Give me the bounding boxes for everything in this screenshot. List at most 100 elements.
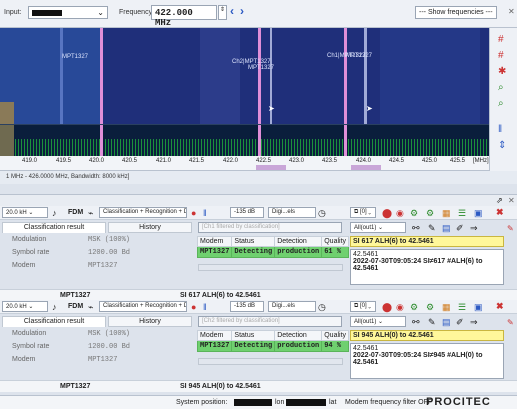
filter-select[interactable]: [Ch1 filtered by classification] [198,222,342,233]
kv-value: MSK (100%) [88,330,131,338]
zoom-icon[interactable]: ⌕ [498,82,504,93]
brush-icon[interactable]: ✎ [428,317,436,327]
pin-icon[interactable]: ⇗ [496,196,503,205]
frequency-label: Frequency: [119,9,155,16]
footer-modem: MPT1327 [60,383,91,390]
output-count-select[interactable]: ⧉ [0] ⌄ [350,301,376,312]
prev-frequency-icon[interactable]: ‹ [230,4,234,18]
edit-icon[interactable]: ✐ [456,223,464,233]
record-icon[interactable]: ● [191,302,196,312]
waterfall-display[interactable]: MPT1327 Ch2|MPT1327 MPT1327 Ch1|MPT1327 … [0,28,489,124]
table-row[interactable]: MPT1327 Detecting production 61 % [196,246,350,258]
frequency-stepper[interactable]: ⇕ [218,5,227,20]
brush-icon[interactable]: ✎ [428,223,436,233]
settings-icon[interactable]: ⚙ [410,208,418,218]
table-row[interactable]: MPT1327 Detecting production 94 % [196,340,350,352]
mode-label: FDM [68,209,84,216]
show-frequencies-select[interactable]: --- Show frequencies --- [415,6,497,19]
table-icon[interactable]: ▦ [442,208,451,218]
delete-icon[interactable]: ✖ [496,301,504,311]
redacted-lon [234,399,272,406]
close-icon[interactable]: ✕ [508,7,515,16]
marker-icon[interactable]: ✱ [498,66,506,77]
background-window-edge [0,125,14,157]
digital-select[interactable]: Digi...els [268,301,316,312]
filter-icon[interactable]: ⚙ [426,208,434,218]
input-select[interactable]: ⌄ [28,6,108,19]
output-select[interactable]: All(out1) ⌄ [350,316,406,327]
up-down-icon[interactable]: ⇕ [498,140,506,151]
horizontal-scrollbar[interactable] [198,358,343,365]
tab-history[interactable]: History [108,222,192,233]
stop-icon[interactable]: ⬤ [382,302,392,312]
output-count-select[interactable]: ⧉ [0] ⌄ [350,207,376,218]
channel-panel-2: 20.0 kH ⌄ ♪ FDM ⌁ Classification + Recog… [0,300,517,395]
level-field[interactable]: -135 dB [230,301,264,312]
detection-table: Modem Status Detection Quality MPT1327 D… [196,236,350,258]
table-icon[interactable]: ▦ [442,302,451,312]
axis-tick: 420.5 [122,158,138,164]
timer-icon[interactable]: ◷ [318,208,326,218]
waterfall-label: MPT1327 [248,65,275,71]
tab-classification-result[interactable]: Classification result [2,222,106,233]
col-header: Modem [196,236,233,247]
pause-icon[interactable]: ‖ [498,124,502,135]
frequency-input[interactable]: 422.000 MHz [151,5,217,28]
pause-icon[interactable]: ‖ [203,302,207,312]
edit-pen-icon[interactable]: ✎ [507,318,514,327]
binoculars-icon[interactable]: ⚯ [412,223,420,233]
window-icon[interactable]: ▣ [474,208,483,218]
timer-icon[interactable]: ◷ [318,302,326,312]
clip-icon[interactable]: ⌁ [88,208,93,218]
output-select[interactable]: All(out1) ⌄ [350,222,406,233]
list-icon[interactable]: ☰ [458,302,466,312]
save-icon[interactable]: ▤ [442,223,451,233]
export-icon[interactable]: ⇒ [470,223,478,233]
channel-marker [100,125,103,157]
audio-icon[interactable]: ♪ [52,208,57,218]
tab-history[interactable]: History [108,316,192,327]
digital-select[interactable]: Digi...els [268,207,316,218]
axis-unit: [MHz] [473,158,489,164]
bandwidth-select[interactable]: 20.0 kH ⌄ [2,301,48,312]
cursor-arrow-icon: ➤ [366,104,373,113]
record-red-icon[interactable]: ◉ [396,208,404,218]
save-icon[interactable]: ▤ [442,317,451,327]
edit-pen-icon[interactable]: ✎ [507,224,514,233]
kv-row: Symbol rate [12,343,50,350]
classification-mode-select[interactable]: Classification + Recognition + D [99,301,187,312]
horizontal-scrollbar[interactable] [198,264,343,271]
channel-marker [258,28,261,124]
axis-tick: 420.0 [89,158,105,164]
kv-row: Modem [12,356,36,363]
audio-icon[interactable]: ♪ [52,302,57,312]
kv-value: 1200.00 Bd [88,249,131,257]
grid-red-icon[interactable]: # [498,50,504,61]
waterfall-band [380,28,480,124]
filter-select[interactable]: [Ch2 filtered by classification] [198,316,342,327]
delete-icon[interactable]: ✖ [496,207,504,217]
settings-icon[interactable]: ⚙ [410,302,418,312]
next-frequency-icon[interactable]: › [240,4,244,18]
channel-marker [258,125,261,157]
record-icon[interactable]: ● [191,208,196,218]
binoculars-icon[interactable]: ⚯ [412,317,420,327]
window-icon[interactable]: ▣ [474,302,483,312]
spectrum-display[interactable] [0,124,489,157]
list-icon[interactable]: ☰ [458,208,466,218]
bandwidth-select[interactable]: 20.0 kH ⌄ [2,207,48,218]
edit-icon[interactable]: ✐ [456,317,464,327]
filter-icon[interactable]: ⚙ [426,302,434,312]
export-icon[interactable]: ⇒ [470,317,478,327]
classification-mode-select[interactable]: Classification + Recognition + D [99,207,187,218]
record-red-icon[interactable]: ◉ [396,302,404,312]
tab-classification-result[interactable]: Classification result [2,316,106,327]
level-field[interactable]: -135 dB [230,207,264,218]
close-panel-icon[interactable]: ✕ [508,196,515,205]
channel-marker [100,28,103,124]
grid-icon[interactable]: # [498,34,504,45]
pause-icon[interactable]: ‖ [203,208,207,218]
stop-icon[interactable]: ⬤ [382,208,392,218]
zoom-out-icon[interactable]: ⌕ [498,98,504,109]
clip-icon[interactable]: ⌁ [88,302,93,312]
